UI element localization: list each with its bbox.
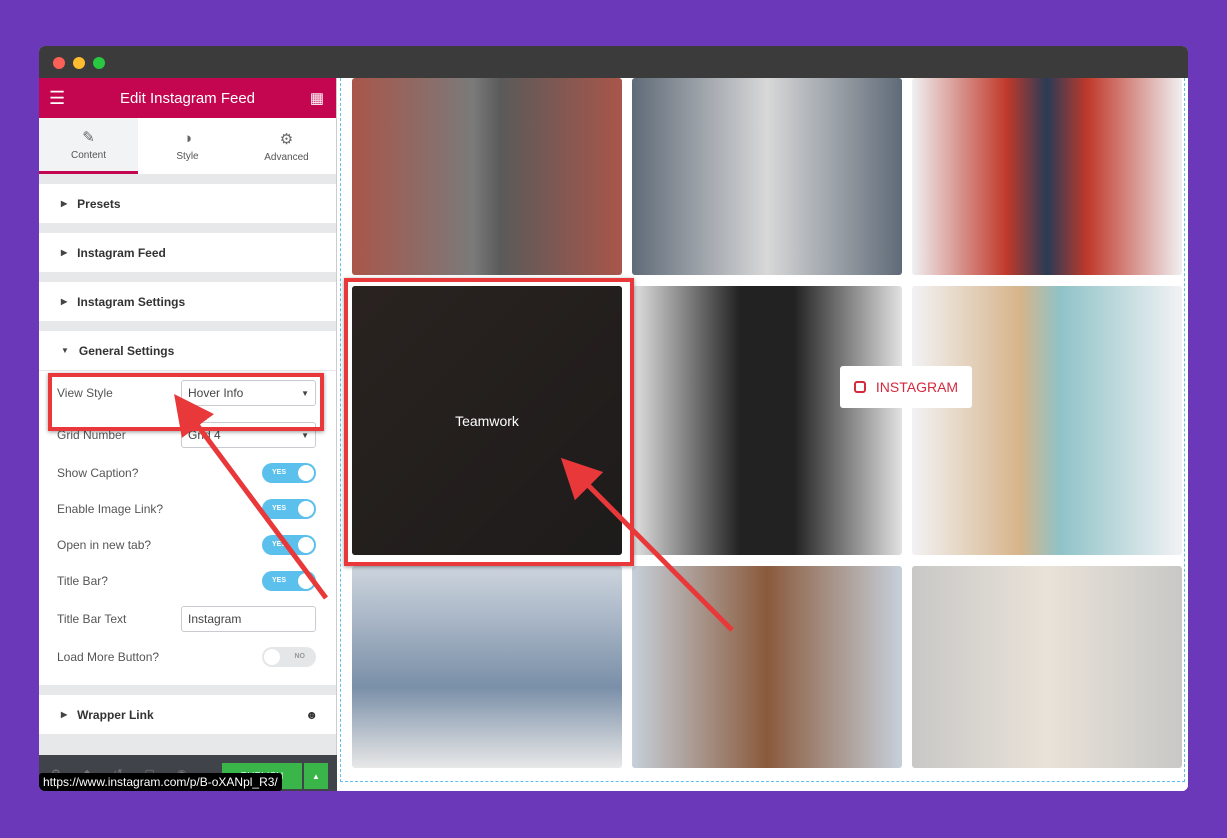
- arrow-to-hover-image: [560, 457, 734, 632]
- annotation-arrows: [174, 393, 734, 632]
- arrow-to-view-style: [174, 393, 329, 600]
